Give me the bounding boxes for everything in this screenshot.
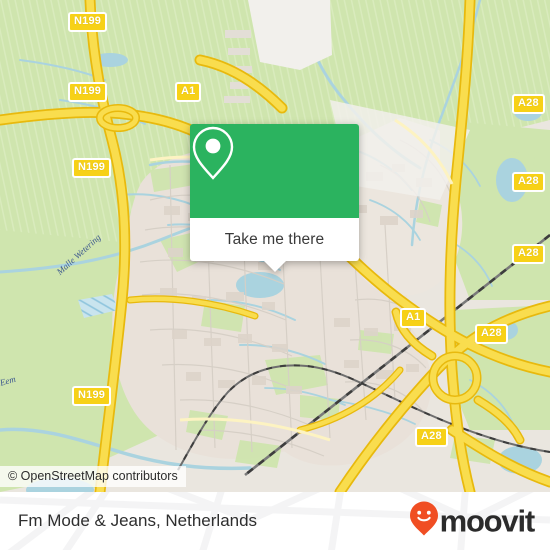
road-shield: N199	[68, 82, 108, 102]
moovit-logo[interactable]: moovit	[409, 501, 536, 542]
screenshot-root: N199 N199 A1 N199 N199 A28 A28 A28 A1 A28 A28 Malle…	[0, 0, 550, 550]
moovit-wordmark: moovit	[439, 503, 536, 539]
road-shield: A28	[512, 172, 545, 192]
road-shield: A1	[400, 308, 427, 328]
osm-attribution[interactable]: © OpenStreetMap contributors	[0, 466, 186, 487]
callout-label: Take me there	[224, 230, 325, 248]
footer-bar: Fm Mode & Jeans, Netherlands moovit	[0, 492, 550, 550]
moovit-smiley-pin-icon	[409, 501, 439, 542]
road-shield: A28	[475, 324, 508, 344]
callout-icon-area	[190, 124, 359, 218]
callout-action-area[interactable]: Take me there	[190, 218, 359, 272]
road-shield: N199	[68, 12, 108, 32]
road-shield: N199	[72, 158, 112, 178]
callout-tail	[263, 261, 286, 272]
road-shield: A28	[512, 94, 545, 114]
road-shield: N199	[72, 386, 112, 406]
place-title: Fm Mode & Jeans, Netherlands	[18, 511, 258, 530]
road-shield: A28	[512, 244, 545, 264]
map-canvas[interactable]: N199 N199 A1 N199 N199 A28 A28 A28 A1 A28 A28 Malle…	[0, 0, 550, 492]
road-shield: A28	[415, 427, 448, 447]
take-me-there-callout[interactable]: Take me there	[190, 124, 359, 272]
road-shield: A1	[175, 82, 202, 102]
